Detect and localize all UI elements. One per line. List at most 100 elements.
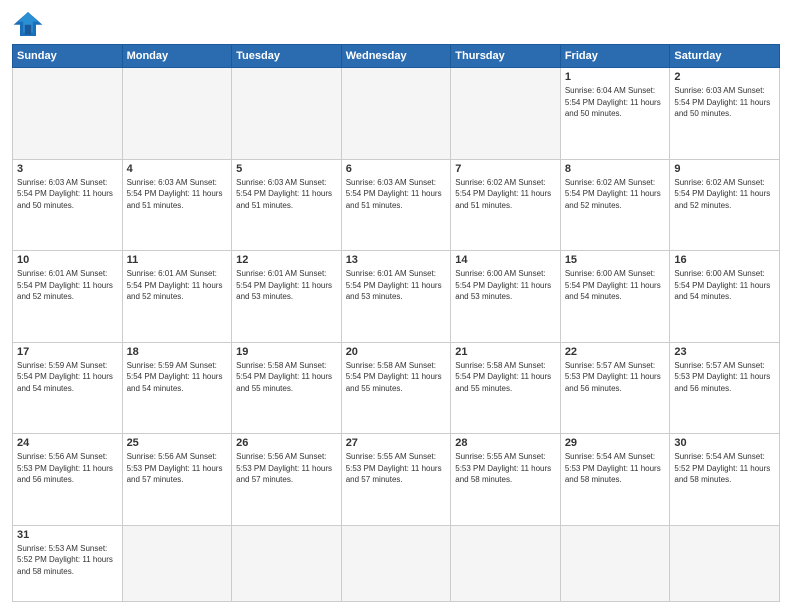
day-info: Sunrise: 6:00 AM Sunset: 5:54 PM Dayligh… [674,268,775,303]
calendar-cell: 11Sunrise: 6:01 AM Sunset: 5:54 PM Dayli… [122,251,232,343]
day-info: Sunrise: 6:03 AM Sunset: 5:54 PM Dayligh… [127,177,228,212]
calendar-cell: 19 Sunrise: 5:58 AM Sunset: 5:54 PM Dayli… [232,342,342,434]
day-number: 29 [565,437,666,449]
day-number: 5 [236,163,337,175]
day-number: 4 [127,163,228,175]
day-info: Sunrise: 5:58 AM Sunset: 5:54 PM Dayligh… [455,360,556,395]
day-info: Sunrise: 5:53 AM Sunset: 5:52 PM Dayligh… [17,543,118,578]
calendar-cell: 31 Sunrise: 5:53 AM Sunset: 5:52 PM Dayli… [13,525,123,601]
calendar-cell: 3 Sunrise: 6:03 AM Sunset: 5:54 PM Daylig… [13,159,123,251]
day-info: Sunrise: 6:03 AM Sunset: 5:54 PM Dayligh… [17,177,118,212]
day-number: 8 [565,163,666,175]
calendar-header-row: SundayMondayTuesdayWednesdayThursdayFrid… [13,45,780,68]
day-number: 31 [17,529,118,541]
day-info: Sunrise: 5:57 AM Sunset: 5:53 PM Dayligh… [674,360,775,395]
calendar-cell: 28Sunrise: 5:55 AM Sunset: 5:53 PM Dayli… [451,434,561,526]
day-number: 6 [346,163,447,175]
day-number: 2 [674,71,775,83]
calendar-cell [232,68,342,160]
day-number: 22 [565,346,666,358]
day-info: Sunrise: 6:03 AM Sunset: 5:54 PM Dayligh… [674,85,775,120]
day-number: 3 [17,163,118,175]
calendar-cell [451,525,561,601]
day-number: 19 [236,346,337,358]
day-info: Sunrise: 6:01 AM Sunset: 5:54 PM Dayligh… [236,268,337,303]
calendar-col-saturday: Saturday [670,45,780,68]
calendar-cell: 6 Sunrise: 6:03 AM Sunset: 5:54 PM Daylig… [341,159,451,251]
day-number: 28 [455,437,556,449]
calendar-week-2: 10 Sunrise: 6:01 AM Sunset: 5:54 PM Dayli… [13,251,780,343]
calendar-cell: 16 Sunrise: 6:00 AM Sunset: 5:54 PM Dayli… [670,251,780,343]
day-number: 10 [17,254,118,266]
calendar-cell: 22 Sunrise: 5:57 AM Sunset: 5:53 PM Dayli… [560,342,670,434]
logo-icon [12,10,44,38]
calendar-cell: 7Sunrise: 6:02 AM Sunset: 5:54 PM Daylig… [451,159,561,251]
calendar-week-4: 24Sunrise: 5:56 AM Sunset: 5:53 PM Dayli… [13,434,780,526]
day-number: 18 [127,346,228,358]
calendar-cell [341,68,451,160]
calendar-cell: 1 Sunrise: 6:04 AM Sunset: 5:54 PM Daylig… [560,68,670,160]
day-number: 30 [674,437,775,449]
day-number: 13 [346,254,447,266]
day-number: 25 [127,437,228,449]
day-number: 11 [127,254,228,266]
calendar-col-sunday: Sunday [13,45,123,68]
calendar-cell: 17Sunrise: 5:59 AM Sunset: 5:54 PM Dayli… [13,342,123,434]
day-info: Sunrise: 5:56 AM Sunset: 5:53 PM Dayligh… [17,451,118,486]
calendar-cell [560,525,670,601]
calendar-cell: 15 Sunrise: 6:00 AM Sunset: 5:54 PM Dayli… [560,251,670,343]
calendar-cell: 24Sunrise: 5:56 AM Sunset: 5:53 PM Dayli… [13,434,123,526]
day-info: Sunrise: 5:59 AM Sunset: 5:54 PM Dayligh… [17,360,118,395]
day-info: Sunrise: 5:58 AM Sunset: 5:54 PM Dayligh… [236,360,337,395]
calendar-cell: 27Sunrise: 5:55 AM Sunset: 5:53 PM Dayli… [341,434,451,526]
day-info: Sunrise: 5:56 AM Sunset: 5:53 PM Dayligh… [127,451,228,486]
page: SundayMondayTuesdayWednesdayThursdayFrid… [0,0,792,612]
day-number: 20 [346,346,447,358]
day-info: Sunrise: 5:56 AM Sunset: 5:53 PM Dayligh… [236,451,337,486]
day-info: Sunrise: 5:54 AM Sunset: 5:52 PM Dayligh… [674,451,775,486]
header [12,10,780,38]
calendar-cell: 13Sunrise: 6:01 AM Sunset: 5:54 PM Dayli… [341,251,451,343]
day-info: Sunrise: 6:00 AM Sunset: 5:54 PM Dayligh… [565,268,666,303]
day-info: Sunrise: 6:02 AM Sunset: 5:54 PM Dayligh… [455,177,556,212]
day-info: Sunrise: 5:54 AM Sunset: 5:53 PM Dayligh… [565,451,666,486]
day-number: 9 [674,163,775,175]
day-info: Sunrise: 6:03 AM Sunset: 5:54 PM Dayligh… [236,177,337,212]
day-info: Sunrise: 6:01 AM Sunset: 5:54 PM Dayligh… [17,268,118,303]
calendar-col-tuesday: Tuesday [232,45,342,68]
day-number: 16 [674,254,775,266]
calendar-cell [232,525,342,601]
calendar-cell: 4 Sunrise: 6:03 AM Sunset: 5:54 PM Daylig… [122,159,232,251]
day-number: 12 [236,254,337,266]
calendar-cell [13,68,123,160]
calendar-cell: 30 Sunrise: 5:54 AM Sunset: 5:52 PM Dayli… [670,434,780,526]
calendar-cell [451,68,561,160]
day-number: 14 [455,254,556,266]
day-number: 15 [565,254,666,266]
calendar-cell: 5 Sunrise: 6:03 AM Sunset: 5:54 PM Daylig… [232,159,342,251]
calendar-cell [670,525,780,601]
day-info: Sunrise: 6:04 AM Sunset: 5:54 PM Dayligh… [565,85,666,120]
day-number: 27 [346,437,447,449]
calendar-cell [341,525,451,601]
day-info: Sunrise: 6:02 AM Sunset: 5:54 PM Dayligh… [565,177,666,212]
calendar-week-5: 31 Sunrise: 5:53 AM Sunset: 5:52 PM Dayli… [13,525,780,601]
day-number: 1 [565,71,666,83]
calendar-cell: 29 Sunrise: 5:54 AM Sunset: 5:53 PM Dayli… [560,434,670,526]
calendar-cell [122,68,232,160]
day-info: Sunrise: 6:03 AM Sunset: 5:54 PM Dayligh… [346,177,447,212]
calendar-col-wednesday: Wednesday [341,45,451,68]
calendar-col-friday: Friday [560,45,670,68]
calendar-cell: 23Sunrise: 5:57 AM Sunset: 5:53 PM Dayli… [670,342,780,434]
day-info: Sunrise: 6:02 AM Sunset: 5:54 PM Dayligh… [674,177,775,212]
calendar-cell: 10 Sunrise: 6:01 AM Sunset: 5:54 PM Dayli… [13,251,123,343]
day-info: Sunrise: 5:57 AM Sunset: 5:53 PM Dayligh… [565,360,666,395]
calendar-table: SundayMondayTuesdayWednesdayThursdayFrid… [12,44,780,602]
calendar-cell: 14Sunrise: 6:00 AM Sunset: 5:54 PM Dayli… [451,251,561,343]
calendar-week-3: 17Sunrise: 5:59 AM Sunset: 5:54 PM Dayli… [13,342,780,434]
calendar-cell: 9 Sunrise: 6:02 AM Sunset: 5:54 PM Daylig… [670,159,780,251]
calendar-cell: 8 Sunrise: 6:02 AM Sunset: 5:54 PM Daylig… [560,159,670,251]
calendar-col-monday: Monday [122,45,232,68]
calendar-week-0: 1 Sunrise: 6:04 AM Sunset: 5:54 PM Daylig… [13,68,780,160]
logo [12,10,48,38]
